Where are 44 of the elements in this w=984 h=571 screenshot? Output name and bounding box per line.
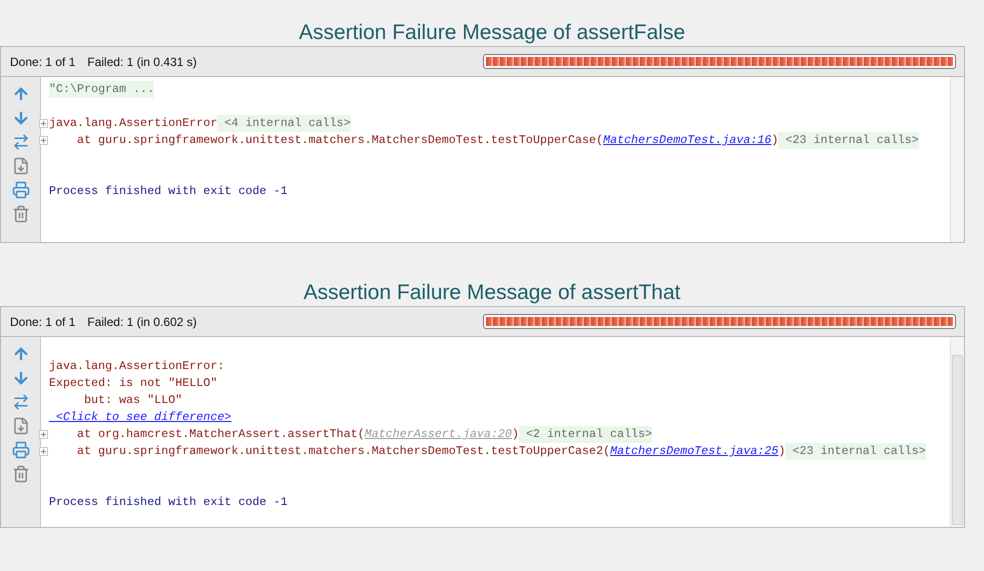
folded-calls[interactable]: <23 internal calls> <box>778 132 919 150</box>
process-message: Process finished with exit code -1 <box>49 182 288 200</box>
scrollbar[interactable] <box>950 77 964 242</box>
console-text: ) <box>771 132 778 149</box>
swap-arrows-icon[interactable] <box>12 393 30 411</box>
console-text: ) <box>512 426 519 443</box>
console-text: at org.hamcrest.MatcherAssert.assertThat( <box>76 426 365 443</box>
down-arrow-icon[interactable] <box>12 369 30 387</box>
done-count: Done: 1 of 1 <box>10 54 76 70</box>
source-link[interactable]: MatchersDemoTest.java:25 <box>610 442 778 460</box>
source-link[interactable]: MatchersDemoTest.java:16 <box>603 132 772 150</box>
failed-count: Failed: 1 (in 0.431 s) <box>87 54 197 70</box>
console-text: ) <box>778 442 786 460</box>
process-message: Process finished with exit code -1 <box>49 494 288 511</box>
source-link[interactable]: <Click to see difference> <box>49 408 232 426</box>
console-text: java.lang.AssertionError: <box>49 358 224 375</box>
section-title: Assertion Failure Message of assertThat <box>304 280 680 306</box>
done-count: Done: 1 of 1 <box>10 314 76 330</box>
section-title: Assertion Failure Message of assertFalse <box>298 20 686 46</box>
expand-icon[interactable] <box>39 119 48 128</box>
failed-count: Failed: 1 (in 0.602 s) <box>87 314 197 330</box>
expand-icon[interactable] <box>39 447 48 456</box>
folded-calls[interactable]: "C:\Program ... <box>49 80 154 98</box>
folded-calls[interactable]: <23 internal calls> <box>785 442 926 460</box>
trash-icon[interactable] <box>12 465 30 483</box>
export-icon[interactable] <box>12 157 30 175</box>
expand-icon[interactable] <box>39 430 48 439</box>
console-text: at guru.springframework.unittest.matchers.MatchersDemoTest.testToUpperCase( <box>76 132 604 149</box>
console-text: java.lang.AssertionError <box>49 114 218 132</box>
folded-calls[interactable]: <2 internal calls> <box>518 426 652 444</box>
scrollbar-thumb[interactable] <box>952 355 963 525</box>
folded-calls[interactable]: <4 internal calls> <box>217 114 351 132</box>
console-text: at guru.springframework.unittest.matchers.MatchersDemoTest.testToUpperCase2( <box>76 442 610 460</box>
print-icon[interactable] <box>12 181 30 199</box>
expand-icon[interactable] <box>39 136 48 145</box>
console-text: but: was "LLO" <box>83 392 182 409</box>
down-arrow-icon[interactable] <box>12 109 30 127</box>
swap-arrows-icon[interactable] <box>12 133 30 151</box>
trash-icon[interactable] <box>12 205 30 223</box>
scrollbar[interactable] <box>950 337 964 527</box>
print-icon[interactable] <box>12 441 30 459</box>
source-link[interactable]: MatcherAssert.java:20 <box>364 426 512 444</box>
console-text: Expected: is not "HELLO" <box>49 374 218 392</box>
export-icon[interactable] <box>12 417 30 435</box>
